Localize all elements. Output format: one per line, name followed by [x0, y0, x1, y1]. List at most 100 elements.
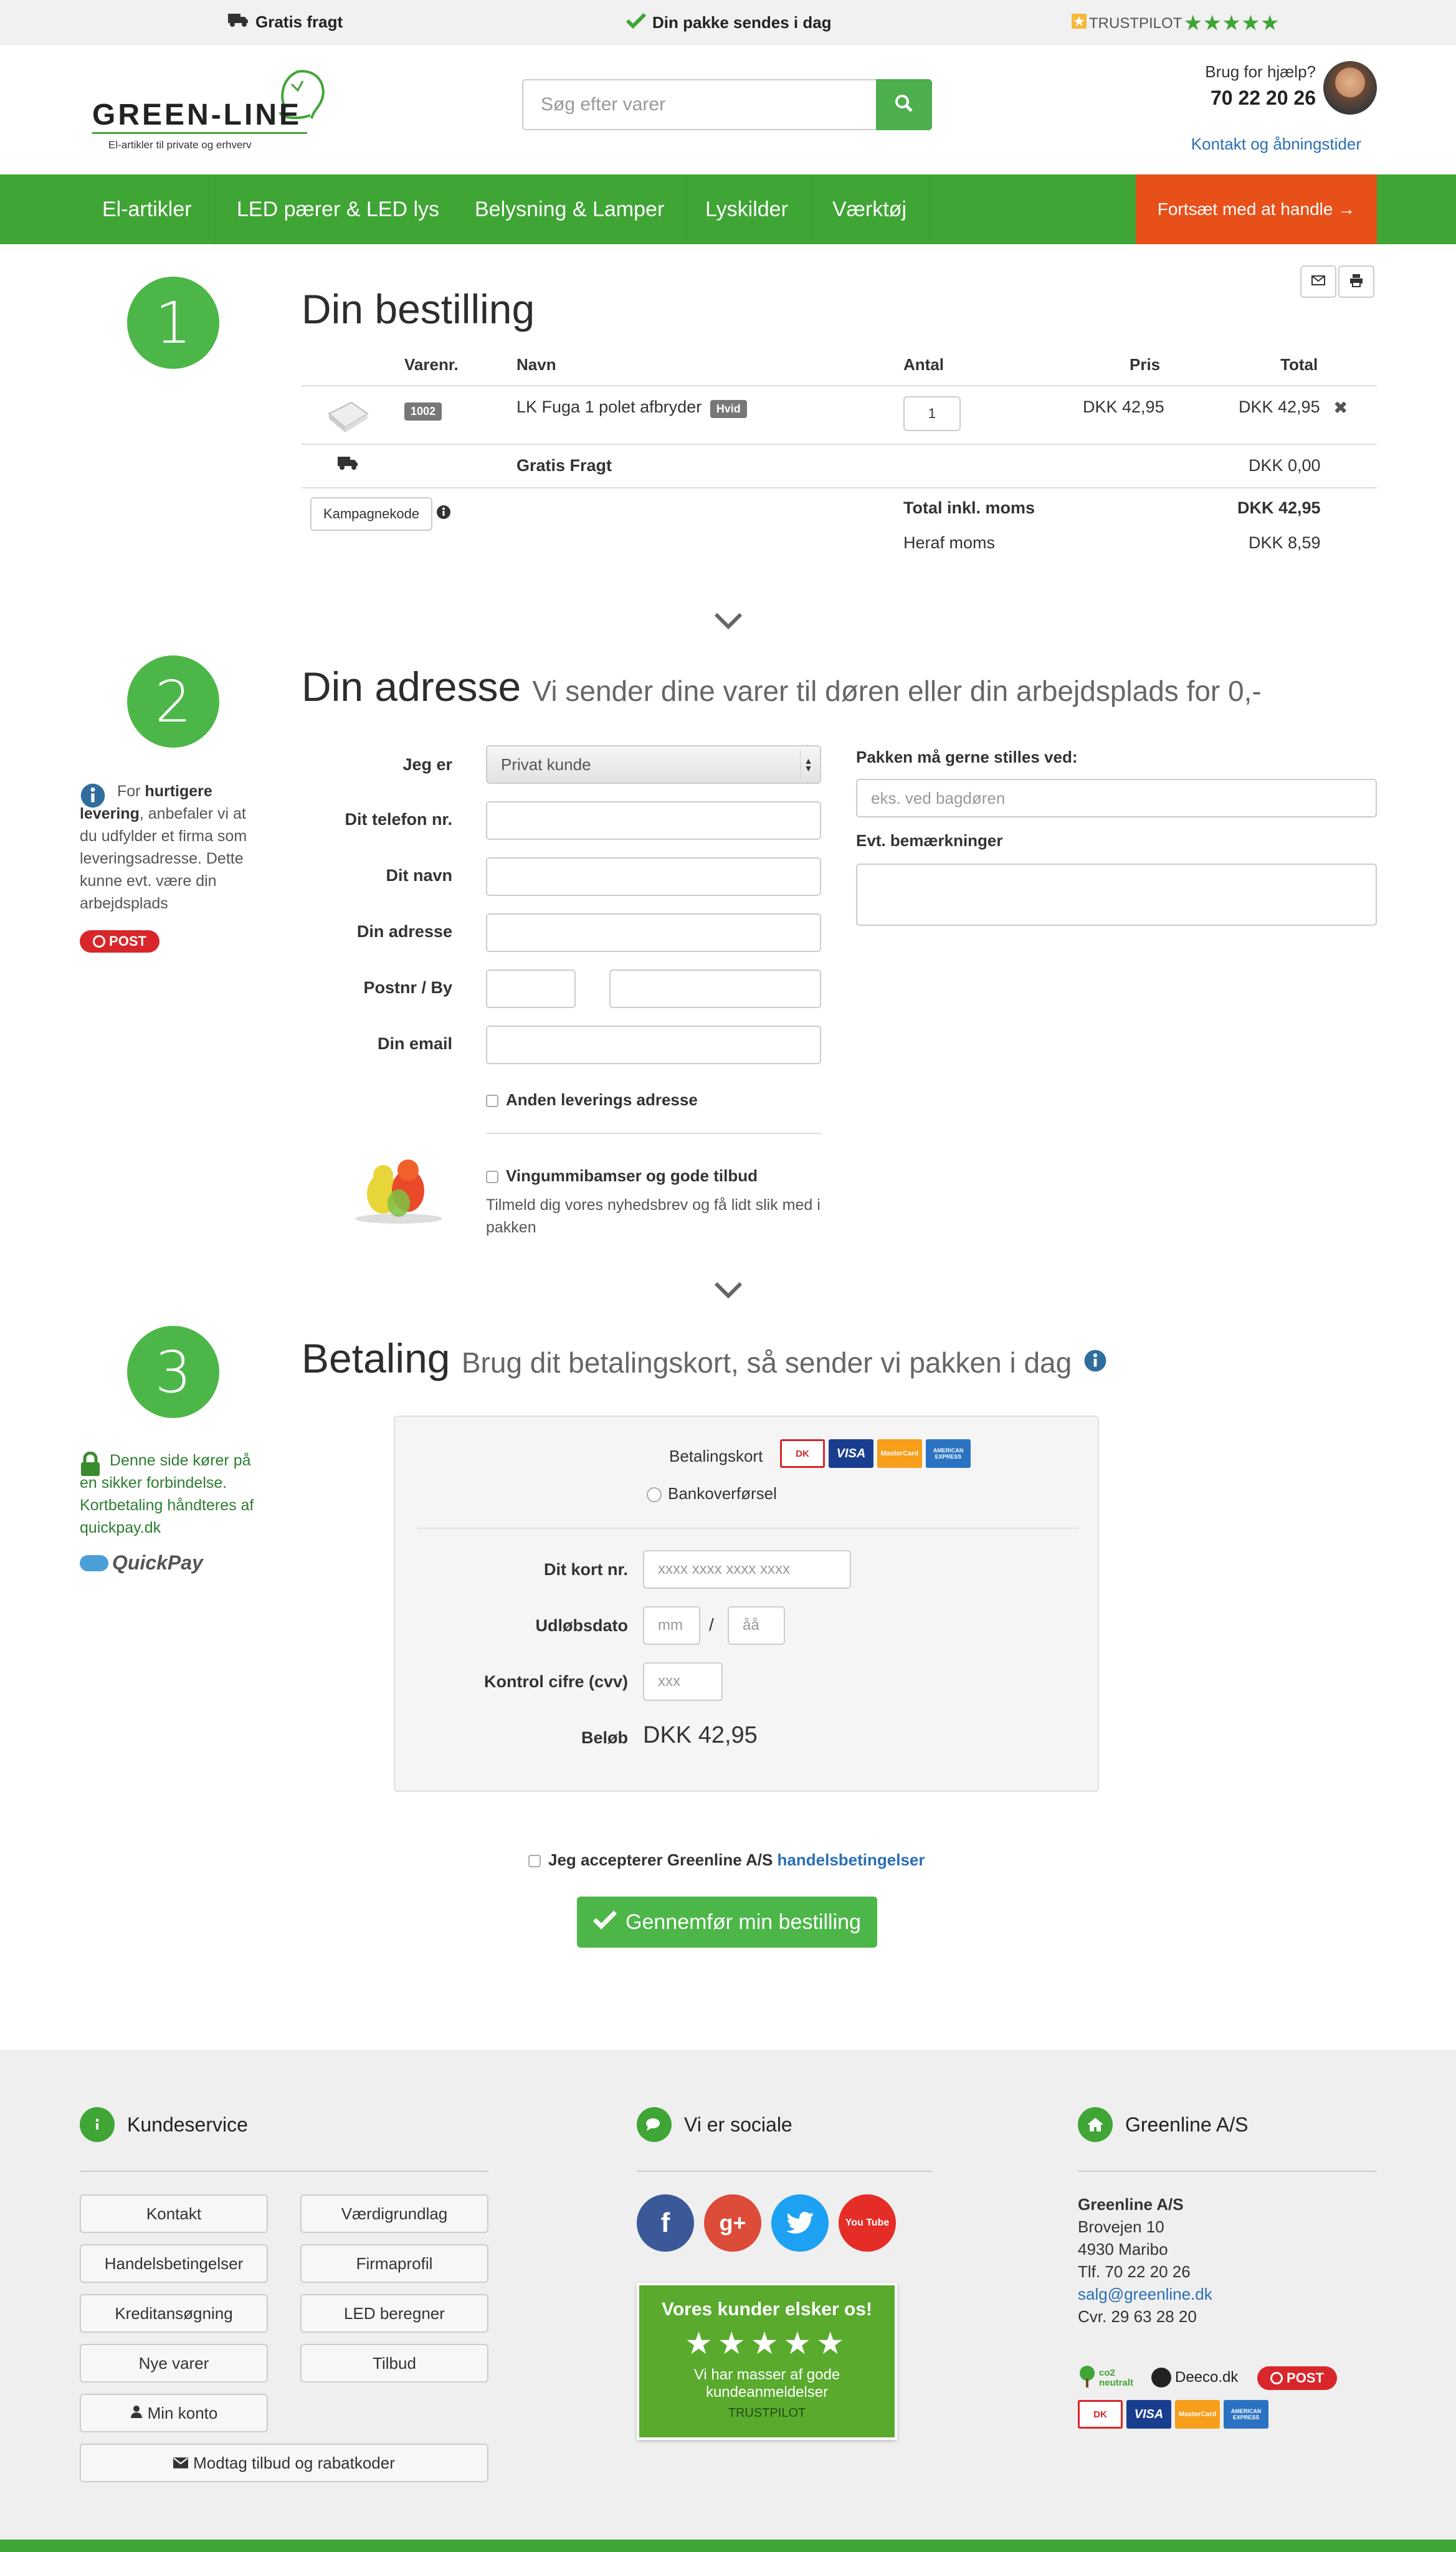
name-input[interactable] [486, 857, 821, 896]
item-name-cell[interactable]: LK Fuga 1 polet afbryder Hvid [516, 398, 747, 418]
trustpilot-rating[interactable]: TRUSTPILOT ★★★★★ [1072, 12, 1281, 34]
search-input[interactable]: Søg efter varer [522, 79, 876, 130]
help-phone[interactable]: 70 22 20 26 [1205, 87, 1316, 110]
footer-offers-button[interactable]: Modtag tilbud og rabatkoder [80, 2444, 488, 2482]
payment-subtitle: Brug dit betalingskort, så sender vi pak… [461, 1346, 1072, 1379]
logo-tagline: El-artikler til private og erhverv [108, 139, 252, 151]
remarks-textarea[interactable] [856, 864, 1377, 926]
facebook-icon[interactable]: f [637, 2194, 694, 2252]
footer-button-min-konto[interactable]: Min konto [80, 2394, 268, 2432]
footer-button-kontakt[interactable]: Kontakt [80, 2194, 268, 2233]
campaign-code-button[interactable]: Kampagnekode [310, 497, 432, 531]
step-1-circle: 1 [127, 277, 219, 369]
footer-button-handelsbetingelser[interactable]: Handelsbetingelser [80, 2244, 268, 2283]
other-address-checkbox[interactable]: Anden leverings adresse [486, 1090, 698, 1110]
quantity-input[interactable]: 1 [903, 396, 961, 431]
card-number-input[interactable]: xxxx xxxx xxxx xxxx [643, 1550, 851, 1589]
place-input[interactable]: eks. ved bagdøren [856, 779, 1377, 817]
expiry-year-input[interactable]: åå [728, 1606, 785, 1645]
label-jeg-er: Jeg er [402, 755, 452, 774]
email-order-button[interactable] [1300, 265, 1336, 298]
col-antal: Antal [903, 355, 944, 374]
divider [417, 1528, 1078, 1529]
ships-today-text: Din pakke sendes i dag [652, 13, 832, 32]
checkbox[interactable] [528, 1855, 541, 1868]
check-icon [626, 12, 647, 33]
trustpilot-widget[interactable]: Vores kunder elsker os! ★★★★★ Vi har mas… [637, 2283, 897, 2440]
checkbox[interactable] [486, 1095, 498, 1108]
newsletter-checkbox[interactable]: Vingummibamser og gode tilbud [486, 1166, 758, 1186]
footer-button-tilbud[interactable]: Tilbud [300, 2344, 488, 2383]
city-input[interactable] [609, 969, 821, 1008]
trustpilot-text: TRUSTPILOT [1089, 14, 1182, 32]
amex-logo: AMERICAN EXPRESS [1224, 2400, 1268, 2429]
footer-button-firmaprofil[interactable]: Firmaprofil [300, 2244, 488, 2283]
trustpilot-logo-icon [1072, 14, 1087, 33]
offers-label: Modtag tilbud og rabatkoder [193, 2453, 395, 2472]
col-varenr: Varenr. [404, 355, 459, 374]
label-navn: Dit navn [386, 866, 452, 885]
email-input[interactable] [486, 1026, 821, 1064]
info-icon[interactable] [1083, 1335, 1107, 1381]
other-address-label: Anden leverings adresse [506, 1090, 698, 1109]
expiry-month-input[interactable]: mm [643, 1606, 700, 1645]
greenline-logo[interactable]: GREEN-LINE El-artikler til private og er… [80, 62, 329, 156]
bank-transfer-option[interactable]: Bankoverførsel [647, 1484, 777, 1503]
accept-terms-checkbox[interactable]: Jeg accepterer Greenline A/S handelsbeti… [528, 1850, 925, 1870]
contact-link[interactable]: Kontakt og åbningstider [1191, 135, 1361, 154]
service-title: Kundeservice [127, 2113, 248, 2136]
divider [637, 2171, 932, 2172]
print-order-button[interactable] [1338, 265, 1374, 298]
terms-link[interactable]: handelsbetingelser [778, 1850, 925, 1869]
search-button[interactable] [876, 79, 932, 130]
label-email: Din email [377, 1034, 452, 1053]
company-email[interactable]: salg@greenline.dk [1078, 2283, 1212, 2305]
submit-order-button[interactable]: Gennemfør min bestilling [577, 1897, 877, 1948]
support-avatar [1323, 61, 1377, 115]
footer-button-kreditansoegning[interactable]: Kreditansøgning [80, 2294, 268, 2333]
col-total: Total [1280, 355, 1318, 374]
logo-wordmark: GREEN-LINE [92, 98, 302, 131]
remove-item-icon[interactable]: ✖ [1333, 398, 1348, 418]
nav-item-led[interactable]: LED pærer & LED lys [214, 174, 462, 244]
footer-button-vaerdigrundlag[interactable]: Værdigrundlag [300, 2194, 488, 2233]
option-card-label[interactable]: Betalingskort [669, 1447, 763, 1466]
footer-button-led-beregner[interactable]: LED beregner [300, 2294, 488, 2333]
twitter-icon[interactable] [771, 2194, 829, 2252]
postcode-input[interactable] [486, 969, 576, 1008]
search-bar: Søg efter varer [522, 79, 932, 130]
deeco-icon [1151, 2368, 1171, 2388]
nav-item-lyskilder[interactable]: Lyskilder [683, 174, 811, 244]
chevron-down-icon [713, 612, 743, 631]
remarks-label: Evt. bemærkninger [856, 831, 1003, 850]
customer-type-select[interactable]: Privat kunde ▲ ▼ [486, 745, 821, 784]
free-shipping-notice: Gratis fragt [228, 12, 343, 32]
accept-text: Jeg accepterer Greenline A/S [548, 1850, 778, 1869]
nav-item-vaerktoej[interactable]: Værktøj [810, 174, 930, 244]
company-city: 4930 Maribo [1078, 2240, 1168, 2259]
step-2-circle: 2 [127, 655, 219, 748]
nav-item-belysning[interactable]: Belysning & Lamper [452, 174, 688, 244]
radio-button[interactable] [647, 1487, 662, 1503]
quickpay-text: QuickPay [112, 1551, 203, 1574]
tp-brand: TRUSTPILOT [728, 2406, 806, 2420]
info-icon[interactable] [436, 505, 451, 523]
user-icon [130, 2404, 143, 2423]
side-note-pre: For [117, 783, 145, 800]
vat-label: Heraf moms [903, 533, 996, 552]
google-plus-icon[interactable]: g+ [704, 2194, 761, 2252]
tp-title: Vores kunder elsker os! [662, 2299, 872, 2320]
item-name[interactable]: LK Fuga 1 polet afbryder [516, 398, 702, 416]
company-title: Greenline A/S [1125, 2113, 1249, 2136]
footer-button-nye-varer[interactable]: Nye varer [80, 2344, 268, 2383]
continue-shopping-button[interactable]: Fortsæt med at handle → [1136, 174, 1377, 244]
nav-item-el-artikler[interactable]: El-artikler [80, 174, 215, 244]
checkbox[interactable] [486, 1171, 498, 1184]
help-box: Brug for hjælp? 70 22 20 26 [1205, 62, 1316, 110]
youtube-icon[interactable]: You Tube [839, 2194, 896, 2252]
address-input[interactable] [486, 913, 821, 952]
home-icon [1078, 2107, 1113, 2142]
footer-card-logos: DK VISA MasterCard AMERICAN EXPRESS [1074, 2400, 1268, 2429]
phone-input[interactable] [486, 801, 821, 840]
cvv-input[interactable]: xxx [643, 1662, 723, 1701]
